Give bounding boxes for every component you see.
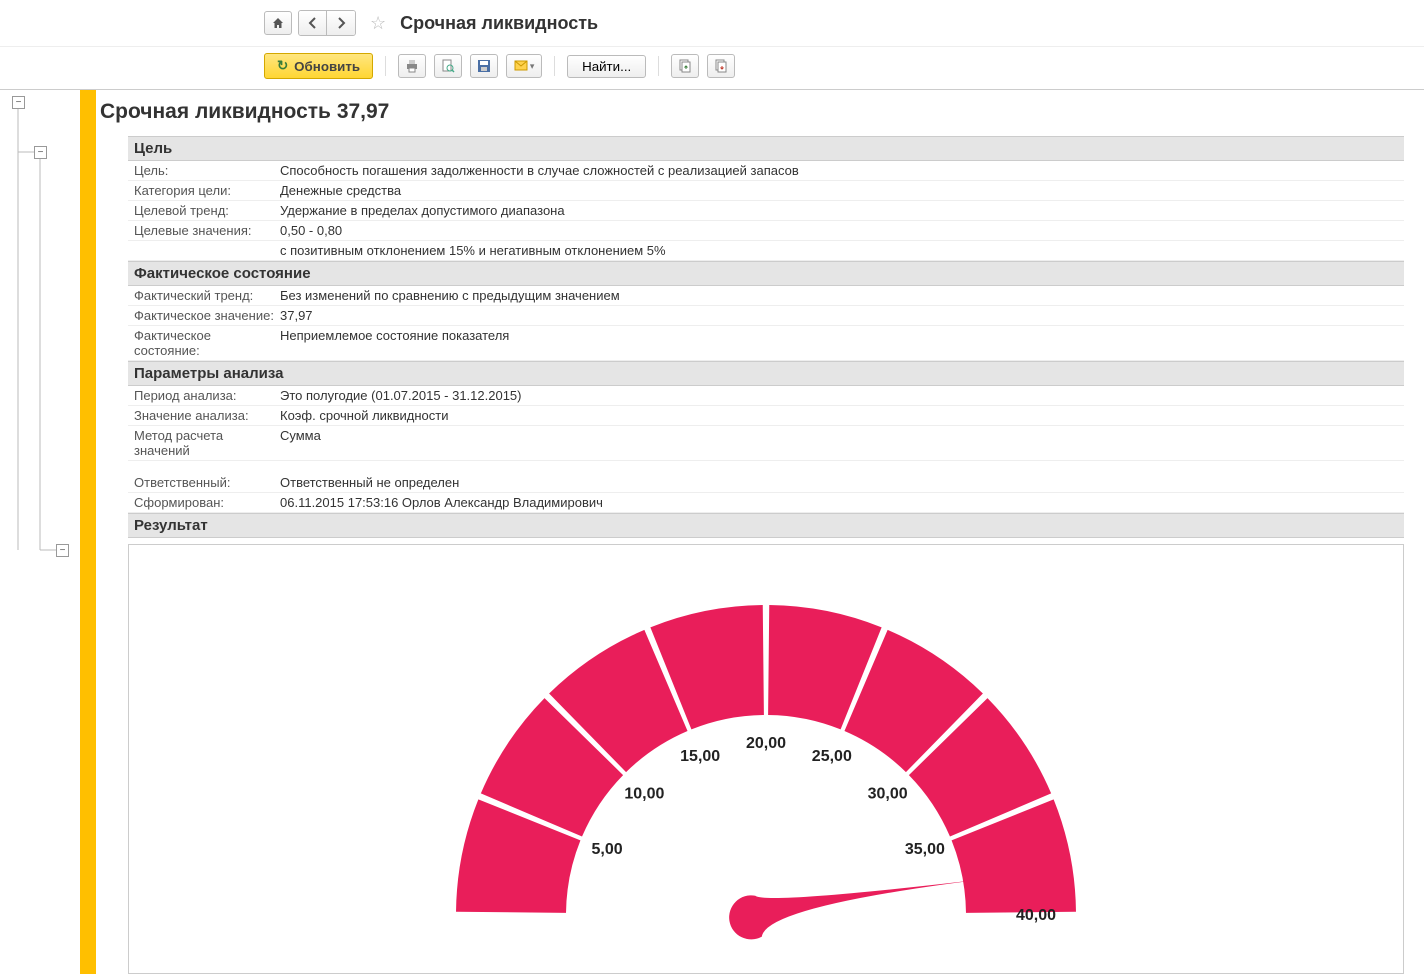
copy-settings-button[interactable] bbox=[671, 54, 699, 78]
svg-text:40,00: 40,00 bbox=[1016, 907, 1056, 924]
home-button[interactable] bbox=[264, 11, 292, 35]
section-actual-header: Фактическое состояние bbox=[128, 261, 1404, 286]
goal-category-row: Категория цели: Денежные средства bbox=[128, 181, 1404, 201]
responsible-row: Ответственный: Ответственный не определе… bbox=[128, 473, 1404, 493]
top-nav: ☆ Срочная ликвидность bbox=[0, 0, 1424, 46]
actual-trend-row: Фактический тренд: Без изменений по срав… bbox=[128, 286, 1404, 306]
svg-text:25,00: 25,00 bbox=[812, 748, 852, 765]
paste-settings-button[interactable] bbox=[707, 54, 735, 78]
generated-row: Сформирован: 06.11.2015 17:53:16 Орлов А… bbox=[128, 493, 1404, 513]
toolbar: Обновить ▾ Найти... bbox=[0, 46, 1424, 89]
actual-value-row: Фактическое значение: 37,97 bbox=[128, 306, 1404, 326]
svg-text:10,00: 10,00 bbox=[624, 785, 664, 802]
params-analysis-row: Значение анализа: Коэф. срочной ликвидно… bbox=[128, 406, 1404, 426]
tree-collapse-root[interactable]: − bbox=[12, 96, 25, 109]
favorite-icon[interactable]: ☆ bbox=[370, 13, 386, 34]
save-button[interactable] bbox=[470, 54, 498, 78]
tree-collapse-goal[interactable]: − bbox=[34, 146, 47, 159]
print-button[interactable] bbox=[398, 54, 426, 78]
svg-text:15,00: 15,00 bbox=[680, 748, 720, 765]
forward-button[interactable] bbox=[327, 11, 355, 35]
find-button[interactable]: Найти... bbox=[567, 55, 646, 78]
tree-column: − − − bbox=[0, 90, 80, 974]
back-button[interactable] bbox=[299, 11, 327, 35]
svg-text:20,00: 20,00 bbox=[746, 735, 786, 752]
goal-trend-row: Целевой тренд: Удержание в пределах допу… bbox=[128, 201, 1404, 221]
params-period-row: Период анализа: Это полугодие (01.07.201… bbox=[128, 386, 1404, 406]
tree-collapse-result[interactable]: − bbox=[56, 544, 69, 557]
svg-text:35,00: 35,00 bbox=[905, 841, 945, 858]
section-result-header: Результат bbox=[128, 513, 1404, 538]
preview-button[interactable] bbox=[434, 54, 462, 78]
status-color-bar bbox=[80, 90, 96, 974]
report-content: Срочная ликвидность 37,97 Цель Цель: Спо… bbox=[96, 90, 1424, 974]
params-method-row: Метод расчета значений Сумма bbox=[128, 426, 1404, 461]
goal-target-row: Целевые значения: 0,50 - 0,80 bbox=[128, 221, 1404, 241]
report-title: Срочная ликвидность 37,97 bbox=[96, 90, 1424, 136]
section-params-header: Параметры анализа bbox=[128, 361, 1404, 386]
svg-text:30,00: 30,00 bbox=[868, 785, 908, 802]
section-goal-header: Цель bbox=[128, 136, 1404, 161]
page-title: Срочная ликвидность bbox=[400, 13, 598, 34]
goal-target-sub: с позитивным отклонением 15% и негативны… bbox=[128, 241, 1404, 261]
svg-text:5,00: 5,00 bbox=[592, 841, 623, 858]
email-button[interactable]: ▾ bbox=[506, 54, 542, 78]
gauge-chart: 5,00 10,00 15,00 20,00 25,00 30,00 35,00 40,00 bbox=[128, 544, 1404, 974]
goal-row: Цель: Способность погашения задолженност… bbox=[128, 161, 1404, 181]
main-area: − − − Срочная ликвидность 37,97 Цель Цел… bbox=[0, 89, 1424, 974]
refresh-button[interactable]: Обновить bbox=[264, 53, 373, 79]
nav-history-group bbox=[298, 10, 356, 36]
actual-state-row: Фактическое состояние: Неприемлемое сост… bbox=[128, 326, 1404, 361]
